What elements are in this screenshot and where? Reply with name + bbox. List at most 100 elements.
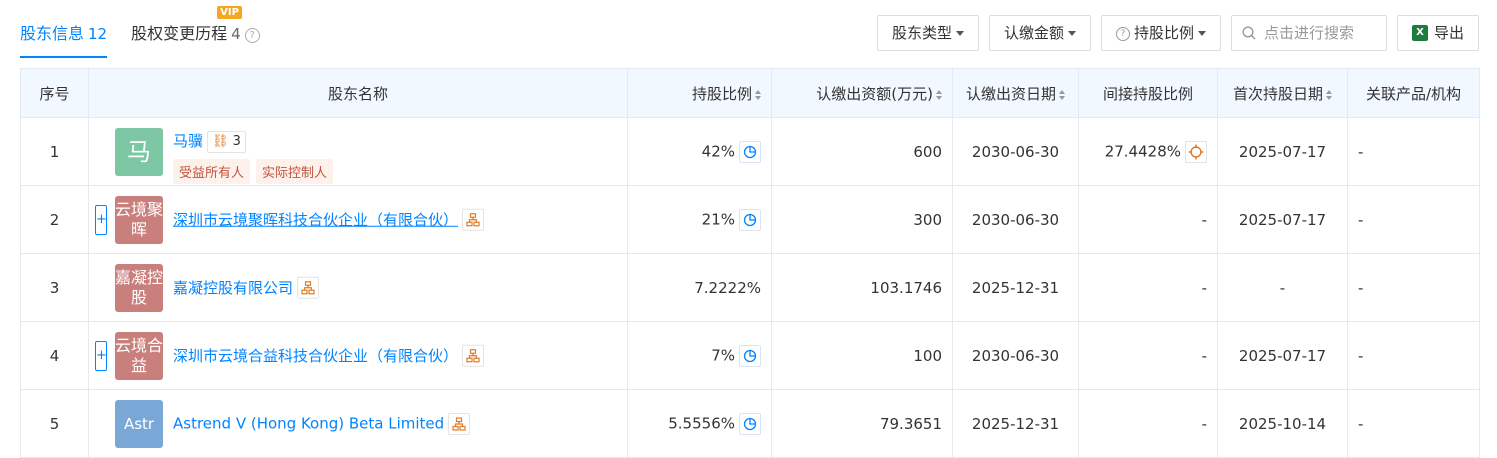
cell-first-date: 2025-07-17 <box>1217 117 1348 186</box>
avatar[interactable]: Astr <box>115 399 163 448</box>
header-label: 关联产品/机构 <box>1365 84 1462 103</box>
table-row: 2 + 云境聚晖 深圳市云境聚晖科技合伙企业（有限合伙） 21% 300 203… <box>20 185 1480 254</box>
dropdown-label: 股东类型 <box>891 24 952 42</box>
table-row: 3 嘉凝控股 嘉凝控股有限公司 7.2222% 103.1746 2025-12… <box>20 253 1480 322</box>
cell-amount: 300 <box>771 185 953 254</box>
control-count: 3 <box>232 133 241 149</box>
col-header-amount[interactable]: 认缴出资额(万元) <box>771 68 953 118</box>
holder-type-dropdown[interactable]: 股东类型 <box>876 15 979 51</box>
header-label: 首次持股日期 <box>1232 84 1323 103</box>
cell-indirect: 27.4428% <box>1078 117 1218 186</box>
avatar[interactable]: 云境合益 <box>115 331 163 380</box>
search-box[interactable] <box>1230 15 1387 51</box>
tag-actual-controller: 实际控制人 <box>256 158 334 184</box>
dropdown-label: 认缴金额 <box>1003 24 1064 42</box>
target-icon[interactable] <box>1185 140 1207 163</box>
cell-indirect: - <box>1078 389 1218 458</box>
ratio-value: 5.5556% <box>668 414 735 432</box>
search-icon <box>1242 26 1256 40</box>
table-row: 4 + 云境合益 深圳市云境合益科技合伙企业（有限合伙） 7% 100 2030… <box>20 321 1480 390</box>
cell-indirect: - <box>1078 321 1218 390</box>
col-header-ratio[interactable]: 持股比例 <box>627 68 772 118</box>
pie-chart-icon[interactable] <box>739 412 761 435</box>
cell-name: Astr Astrend V (Hong Kong) Beta Limited <box>88 389 628 458</box>
cell-amount: 79.3651 <box>771 389 953 458</box>
structure-chart-icon[interactable] <box>448 412 471 435</box>
name-wrap: 嘉凝控股有限公司 <box>173 276 320 299</box>
cell-ratio: 5.5556% <box>627 389 772 458</box>
ratio-value: 7% <box>711 346 735 364</box>
table-row: 1 马 马骥 ⛓ 3 受益所有人 实际控制人 42% 600 2030-06-30… <box>20 117 1480 186</box>
tab-equity-change-history[interactable]: VIP 股权变更历程 4? <box>131 6 260 58</box>
cell-first-date: 2025-10-14 <box>1217 389 1348 458</box>
shareholder-link[interactable]: Astrend V (Hong Kong) Beta Limited <box>173 414 444 432</box>
name-wrap: 深圳市云境聚晖科技合伙企业（有限合伙） <box>173 208 485 231</box>
tab-shareholder-info[interactable]: 股东信息 12 <box>20 20 108 58</box>
table-row: 5 Astr Astrend V (Hong Kong) Beta Limite… <box>20 389 1480 458</box>
caret-down-icon <box>955 31 964 36</box>
name-wrap: 深圳市云境合益科技合伙企业（有限合伙） <box>173 344 485 367</box>
export-button[interactable]: X 导出 <box>1396 15 1479 51</box>
export-label: 导出 <box>1433 24 1464 42</box>
shareholder-table: 序号 股东名称 持股比例 认缴出资额(万元) 认缴出资日期 间接持股比例 首次持… <box>20 68 1480 458</box>
header-label: 间接持股比例 <box>1102 84 1193 103</box>
avatar[interactable]: 嘉凝控股 <box>115 263 163 312</box>
sort-icon[interactable] <box>755 89 761 100</box>
pie-chart-icon[interactable] <box>739 140 761 163</box>
search-input[interactable] <box>1261 23 1384 43</box>
share-ratio-dropdown[interactable]: ? 持股比例 <box>1100 15 1221 51</box>
cell-ratio: 7.2222% <box>627 253 772 322</box>
structure-chart-icon[interactable] <box>297 276 320 299</box>
shareholder-link[interactable]: 深圳市云境聚晖科技合伙企业（有限合伙） <box>173 210 458 228</box>
cell-no: 3 <box>20 253 89 322</box>
cell-amount: 600 <box>771 117 953 186</box>
col-header-related: 关联产品/机构 <box>1347 68 1480 118</box>
cell-date: 2030-06-30 <box>952 185 1079 254</box>
cell-no: 1 <box>20 117 89 186</box>
cell-no: 5 <box>20 389 89 458</box>
shareholder-link[interactable]: 马骥 <box>173 132 203 150</box>
col-header-no: 序号 <box>20 68 89 118</box>
cell-date: 2030-06-30 <box>952 321 1079 390</box>
control-badge[interactable]: ⛓ 3 <box>207 130 246 153</box>
tab-bar: 股东信息 12 VIP 股权变更历程 4? <box>20 6 260 58</box>
pie-chart-icon[interactable] <box>739 208 761 231</box>
cell-date: 2025-12-31 <box>952 253 1079 322</box>
pie-chart-icon[interactable] <box>739 344 761 367</box>
sort-icon[interactable] <box>1059 89 1065 100</box>
structure-chart-icon[interactable] <box>462 344 485 367</box>
shareholder-link[interactable]: 嘉凝控股有限公司 <box>173 278 293 296</box>
help-circle-icon: ? <box>1115 27 1130 41</box>
col-header-first-date[interactable]: 首次持股日期 <box>1217 68 1348 118</box>
table-header-row: 序号 股东名称 持股比例 认缴出资额(万元) 认缴出资日期 间接持股比例 首次持… <box>20 68 1480 118</box>
shareholder-link[interactable]: 深圳市云境合益科技合伙企业（有限合伙） <box>173 346 458 364</box>
avatar[interactable]: 马 <box>115 127 163 176</box>
caret-down-icon <box>1067 31 1076 36</box>
tag-beneficial-owner: 受益所有人 <box>173 158 251 184</box>
tab-count: 12 <box>88 25 108 43</box>
cell-name: + 云境合益 深圳市云境合益科技合伙企业（有限合伙） <box>88 321 628 390</box>
cell-related: - <box>1347 321 1480 390</box>
ratio-value: 21% <box>701 210 735 228</box>
cell-name: 嘉凝控股 嘉凝控股有限公司 <box>88 253 628 322</box>
expand-button[interactable]: + <box>95 204 107 235</box>
cell-no: 4 <box>20 321 89 390</box>
sort-icon[interactable] <box>936 89 942 100</box>
avatar[interactable]: 云境聚晖 <box>115 195 163 244</box>
subscribed-amount-dropdown[interactable]: 认缴金额 <box>988 15 1091 51</box>
col-header-name: 股东名称 <box>88 68 628 118</box>
structure-chart-icon[interactable] <box>462 208 485 231</box>
cell-indirect: - <box>1078 253 1218 322</box>
cell-date: 2030-06-30 <box>952 117 1079 186</box>
filter-toolbar: 股东类型 认缴金额 ?持股比例 X 导出 <box>876 15 1479 51</box>
excel-icon: X <box>1411 25 1428 41</box>
header-label: 认缴出资额(万元) <box>816 84 933 103</box>
sort-icon[interactable] <box>1326 89 1332 100</box>
vip-badge: VIP <box>217 6 242 19</box>
help-circle-icon[interactable]: ? <box>244 28 260 43</box>
tab-label: 股东信息 <box>20 24 85 43</box>
cell-related: - <box>1347 117 1480 186</box>
expand-button[interactable]: + <box>95 340 107 371</box>
col-header-date[interactable]: 认缴出资日期 <box>952 68 1079 118</box>
tab-count: 4 <box>231 25 241 43</box>
